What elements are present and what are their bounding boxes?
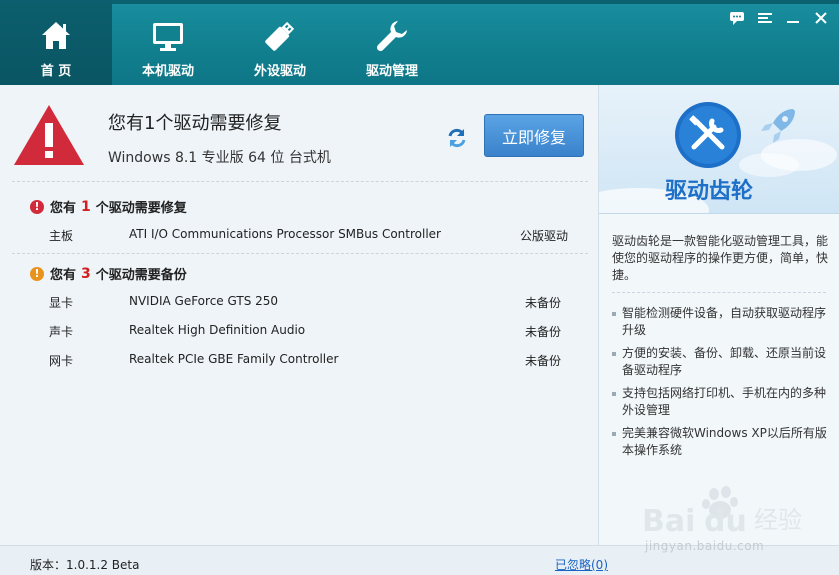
menu-icon bbox=[758, 13, 772, 23]
device-name: Realtek High Definition Audio bbox=[129, 323, 306, 337]
svg-text:du: du bbox=[704, 504, 747, 539]
device-type: 网卡 bbox=[49, 354, 74, 368]
driver-row[interactable]: 主板 ATI I/O Communications Processor SMBu… bbox=[0, 227, 598, 247]
monitor-icon bbox=[153, 23, 183, 51]
device-type: 声卡 bbox=[49, 325, 74, 339]
brand-name: 驱动齿轮 bbox=[665, 179, 754, 204]
os-info: Windows 8.1 专业版 64 位 台式机 bbox=[108, 150, 331, 166]
svg-text:Bai: Bai bbox=[642, 504, 695, 539]
tab-home[interactable]: 首 页 bbox=[0, 0, 112, 85]
ignored-link[interactable]: 已忽略(0) bbox=[555, 556, 608, 573]
tab-peripheral-drivers[interactable]: 外设驱动 bbox=[224, 0, 336, 85]
top-bar: 首 页 本机驱动 外设驱动 驱动管理 bbox=[0, 0, 839, 85]
feature-item: 智能检测硬件设备，自动获取驱动程序升级 bbox=[612, 305, 830, 339]
device-name: Realtek PCIe GBE Family Controller bbox=[129, 352, 339, 366]
backup-status: 未备份 bbox=[524, 296, 561, 310]
divider bbox=[12, 253, 588, 254]
alert-icon: ! bbox=[30, 199, 44, 214]
main-panel: 您有1个驱动需要修复 Windows 8.1 专业版 64 位 台式机 立即修复… bbox=[0, 85, 598, 545]
info-panel: 驱动齿轮 驱动齿轮是一款智能化驱动管理工具，能使您的驱动程序的操作更方便，简单，… bbox=[598, 85, 839, 545]
device-name: ATI I/O Communications Processor SMBus C… bbox=[129, 227, 441, 241]
backup-prefix: 您有 bbox=[50, 268, 77, 283]
repair-suffix: 个驱动需要修复 bbox=[95, 201, 187, 216]
divider bbox=[12, 181, 588, 182]
backup-count: 3 bbox=[81, 265, 91, 282]
minimize-icon bbox=[787, 21, 799, 23]
product-description: 驱动齿轮是一款智能化驱动管理工具，能使您的驱动程序的操作更方便，简单，快捷。 bbox=[612, 234, 829, 282]
usb-drive-icon bbox=[265, 21, 295, 51]
driver-status: 公版驱动 bbox=[519, 229, 568, 243]
minimize-button[interactable] bbox=[779, 8, 807, 28]
feature-item: 完美兼容微软Windows XP以后所有版本操作系统 bbox=[612, 425, 830, 459]
close-button[interactable] bbox=[807, 8, 835, 28]
tab-peripheral-drivers-label: 外设驱动 bbox=[253, 64, 306, 79]
feedback-icon bbox=[730, 11, 744, 25]
feature-item: 支持包括网络打印机、手机在内的多种外设管理 bbox=[612, 385, 830, 419]
tab-driver-management[interactable]: 驱动管理 bbox=[336, 0, 448, 85]
warning-icon: ! bbox=[30, 266, 44, 281]
device-name: NVIDIA GeForce GTS 250 bbox=[129, 294, 279, 308]
home-icon bbox=[42, 22, 70, 49]
tab-local-drivers-label: 本机驱动 bbox=[141, 64, 194, 79]
version-label: 版本：1.0.1.2 Beta bbox=[30, 558, 140, 572]
backup-suffix: 个驱动需要备份 bbox=[95, 268, 187, 283]
summary-headline: 您有1个驱动需要修复 bbox=[108, 113, 282, 134]
device-type: 主板 bbox=[49, 229, 74, 243]
device-type: 显卡 bbox=[49, 296, 74, 310]
tab-home-label: 首 页 bbox=[40, 64, 72, 79]
svg-text:经验: 经验 bbox=[754, 506, 802, 534]
fix-now-button[interactable]: 立即修复 bbox=[484, 114, 584, 157]
backup-section-header: ! 您有 3 个驱动需要备份 bbox=[30, 264, 187, 283]
repair-prefix: 您有 bbox=[50, 201, 77, 216]
backup-status: 未备份 bbox=[524, 354, 561, 368]
repair-section-header: ! 您有 1 个驱动需要修复 bbox=[30, 197, 187, 216]
watermark-url: jingyan.baidu.com bbox=[645, 539, 765, 553]
close-icon bbox=[815, 12, 827, 24]
feedback-button[interactable] bbox=[723, 8, 751, 28]
driver-row[interactable]: 声卡 Realtek High Definition Audio 未备份 bbox=[0, 323, 598, 343]
rocket-icon bbox=[761, 109, 795, 143]
tab-local-drivers[interactable]: 本机驱动 bbox=[112, 0, 224, 85]
wrench-icon bbox=[376, 21, 407, 52]
window-controls bbox=[723, 8, 835, 28]
main-nav: 首 页 本机驱动 外设驱动 驱动管理 bbox=[0, 0, 448, 85]
backup-status: 未备份 bbox=[524, 325, 561, 339]
feature-item: 方便的安装、备份、卸载、还原当前设备驱动程序 bbox=[612, 345, 830, 379]
repair-count: 1 bbox=[81, 198, 91, 215]
divider bbox=[612, 292, 826, 293]
refresh-icon[interactable] bbox=[446, 127, 468, 149]
brand-banner: 驱动齿轮 bbox=[599, 85, 839, 214]
driver-row[interactable]: 网卡 Realtek PCIe GBE Family Controller 未备… bbox=[0, 352, 598, 372]
driver-row[interactable]: 显卡 NVIDIA GeForce GTS 250 未备份 bbox=[0, 294, 598, 314]
warning-triangle-icon bbox=[14, 105, 84, 165]
driver-gear-logo-icon bbox=[675, 102, 741, 168]
menu-button[interactable] bbox=[751, 8, 779, 28]
tab-driver-management-label: 驱动管理 bbox=[365, 64, 418, 79]
